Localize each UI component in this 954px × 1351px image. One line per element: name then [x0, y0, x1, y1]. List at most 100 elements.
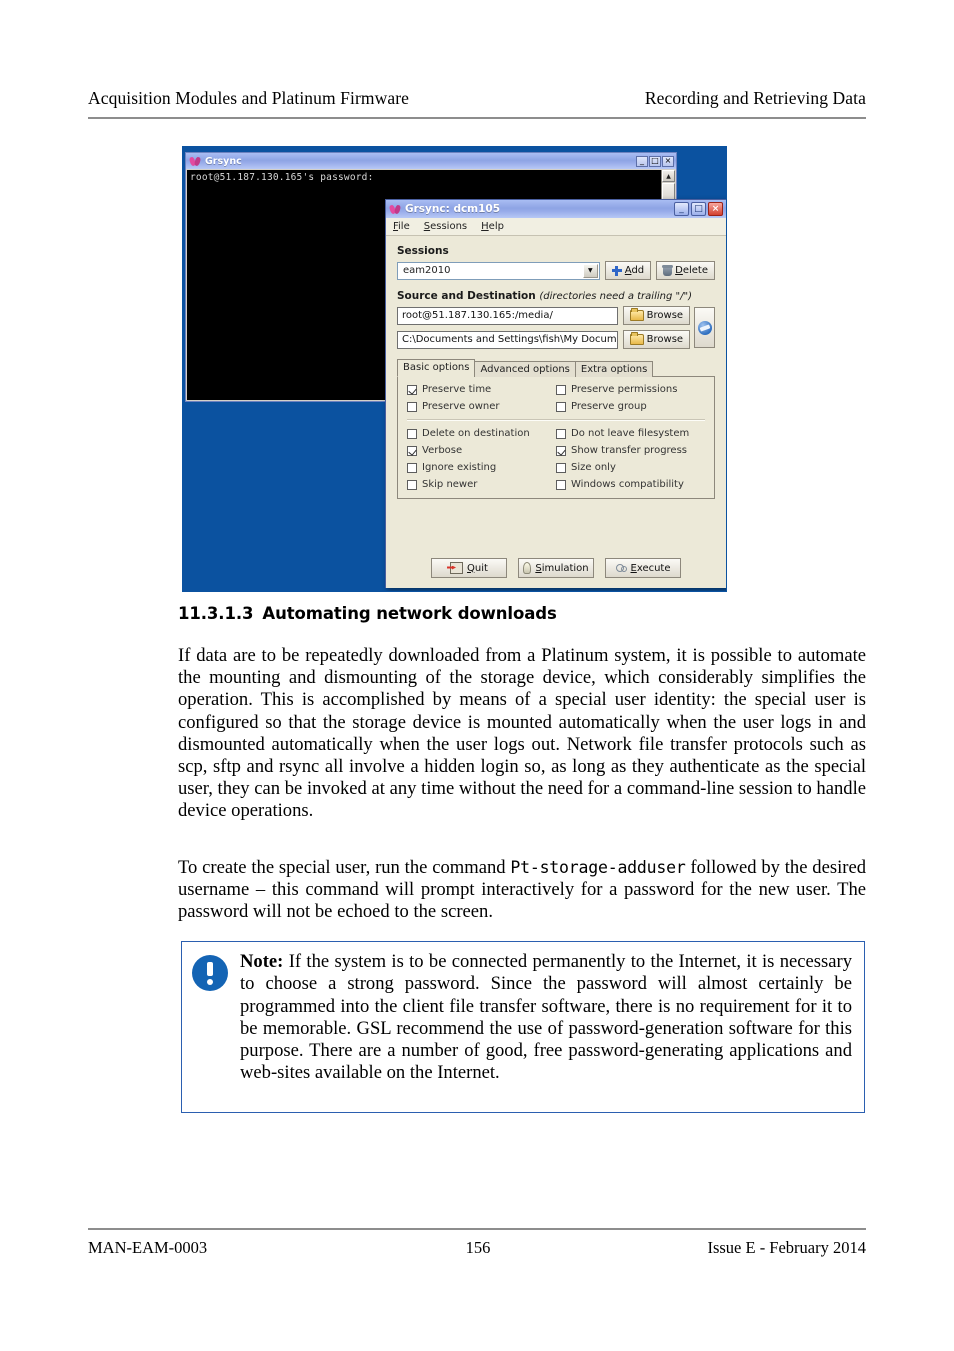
- checkbox-show-transfer-progress[interactable]: Show transfer progress: [556, 445, 705, 456]
- plus-icon: [611, 265, 622, 276]
- paragraph-2-before: To create the special user, run the comm…: [178, 857, 511, 878]
- delete-session-label: Delete: [675, 265, 708, 276]
- checkbox-icon[interactable]: [556, 479, 566, 490]
- checkbox-label: Preserve time: [422, 384, 492, 395]
- grsync-titlebar: Grsync: dcm105 _ □ ×: [386, 200, 726, 218]
- note-label: Note:: [240, 951, 284, 972]
- delete-session-button[interactable]: Delete: [656, 261, 715, 280]
- menu-item-help[interactable]: Help: [481, 221, 504, 232]
- gears-icon: [615, 563, 627, 573]
- add-session-button[interactable]: Add: [604, 261, 652, 280]
- header-rule: [88, 117, 866, 119]
- exit-door-icon: [450, 562, 464, 574]
- session-select[interactable]: eam2010 ▼: [397, 261, 600, 280]
- checkbox-label: Windows compatibility: [571, 479, 684, 490]
- add-session-label: Add: [624, 265, 645, 276]
- tab-basic-options[interactable]: Basic options: [397, 359, 476, 377]
- tab-advanced-options[interactable]: Advanced options: [474, 361, 576, 377]
- checkbox-ignore-existing[interactable]: Ignore existing: [407, 462, 556, 473]
- session-select-value: eam2010: [403, 265, 451, 276]
- command-name: Pt-storage-adduser: [510, 858, 686, 877]
- checkbox-label: Ignore existing: [422, 462, 497, 473]
- section-heading: 11.3.1.3 Automating network downloads: [178, 604, 557, 623]
- header-right-text: Recording and Retrieving Data: [644, 88, 866, 108]
- checkbox-preserve-owner[interactable]: Preserve owner: [407, 401, 556, 412]
- checkbox-label: Size only: [571, 462, 616, 473]
- grsync-body: Sessions eam2010 ▼ Add Delete Source and…: [386, 236, 726, 588]
- checkbox-icon[interactable]: [556, 428, 566, 439]
- close-icon[interactable]: ×: [708, 202, 723, 216]
- checkbox-icon[interactable]: [407, 479, 417, 490]
- checkbox-icon[interactable]: [556, 445, 566, 456]
- close-icon[interactable]: ×: [662, 155, 674, 167]
- options-tabs: Basic options Advanced options Extra opt…: [397, 359, 715, 377]
- document-page: Acquisition Modules and Platinum Firmwar…: [0, 0, 954, 1351]
- paths-area: root@51.187.130.165:/media/ Browse C:\Do…: [397, 306, 715, 349]
- checkbox-label: Preserve permissions: [571, 384, 678, 395]
- checkbox-label: Preserve group: [571, 401, 647, 412]
- transfer-options-grid: Delete on destination Do not leave files…: [407, 428, 705, 490]
- checkbox-windows-compatibility[interactable]: Windows compatibility: [556, 479, 705, 490]
- checkbox-label: Show transfer progress: [571, 445, 688, 456]
- minimize-icon[interactable]: _: [636, 155, 648, 167]
- lightbulb-icon: [523, 562, 532, 574]
- source-input[interactable]: root@51.187.130.165:/media/: [397, 306, 618, 325]
- checkbox-verbose[interactable]: Verbose: [407, 445, 556, 456]
- note-text: Note: If the system is to be connected p…: [236, 951, 852, 1103]
- scroll-up-icon[interactable]: ▲: [662, 170, 675, 182]
- checkbox-preserve-permissions[interactable]: Preserve permissions: [556, 384, 705, 395]
- execute-label: Execute: [630, 562, 671, 574]
- checkbox-preserve-time[interactable]: Preserve time: [407, 384, 556, 395]
- preserve-options-grid: Preserve time Preserve permissions Prese…: [407, 384, 705, 412]
- footer-doc-number: MAN-EAM-0003: [88, 1238, 208, 1257]
- checkbox-icon[interactable]: [407, 428, 417, 439]
- minimize-icon[interactable]: _: [674, 202, 689, 216]
- checkbox-size-only[interactable]: Size only: [556, 462, 705, 473]
- swap-source-destination-button[interactable]: [694, 307, 715, 348]
- checkbox-preserve-group[interactable]: Preserve group: [556, 401, 705, 412]
- quit-button[interactable]: Quit: [431, 558, 507, 578]
- checkbox-icon[interactable]: [407, 384, 417, 395]
- chevron-down-icon[interactable]: ▼: [582, 263, 598, 278]
- section-title: Automating network downloads: [262, 604, 557, 623]
- sessions-group-label: Sessions: [397, 245, 449, 257]
- simulation-button[interactable]: Simulation: [518, 558, 594, 578]
- checkbox-icon[interactable]: [407, 445, 417, 456]
- exclamation-circle-icon: [192, 955, 228, 991]
- checkbox-label: Delete on destination: [422, 428, 530, 439]
- destination-input[interactable]: C:\Documents and Settings\fish\My Docum: [397, 330, 618, 349]
- maximize-icon[interactable]: □: [691, 202, 706, 216]
- checkbox-icon[interactable]: [556, 462, 566, 473]
- figure-grsync-screenshot: Grsync _ □ × root@51.187.130.165's passw…: [182, 146, 727, 592]
- maximize-icon[interactable]: □: [649, 155, 661, 167]
- folder-icon: [629, 332, 644, 345]
- footer-issue: Issue E - February 2014: [707, 1238, 866, 1257]
- note-icon-wrap: [192, 951, 236, 1103]
- source-destination-hint: (directories need a trailing "/"): [539, 291, 692, 302]
- menu-item-file[interactable]: File: [393, 221, 410, 232]
- body-paragraph-2: To create the special user, run the comm…: [178, 857, 866, 924]
- source-destination-title: Source and Destination: [397, 290, 536, 302]
- checkbox-delete-on-destination[interactable]: Delete on destination: [407, 428, 556, 439]
- destination-row: C:\Documents and Settings\fish\My Docum …: [397, 330, 691, 349]
- browse-destination-label: Browse: [646, 334, 684, 345]
- checkbox-do-not-leave-filesystem[interactable]: Do not leave filesystem: [556, 428, 705, 439]
- browse-destination-button[interactable]: Browse: [622, 330, 691, 349]
- checkbox-icon[interactable]: [407, 401, 417, 412]
- sessions-row: eam2010 ▼ Add Delete: [397, 261, 715, 280]
- checkbox-icon[interactable]: [407, 462, 417, 473]
- grsync-app-icon: [190, 156, 201, 167]
- checkbox-label: Preserve owner: [422, 401, 500, 412]
- running-footer: MAN-EAM-0003 156 Issue E - February 2014: [88, 1238, 866, 1258]
- trash-icon: [662, 264, 674, 276]
- execute-button[interactable]: Execute: [605, 558, 681, 578]
- checkbox-label: Skip newer: [422, 479, 478, 490]
- tab-extra-options[interactable]: Extra options: [574, 361, 654, 377]
- menu-item-sessions[interactable]: Sessions: [424, 221, 467, 232]
- checkbox-icon[interactable]: [556, 384, 566, 395]
- checkbox-skip-newer[interactable]: Skip newer: [407, 479, 556, 490]
- browse-source-button[interactable]: Browse: [622, 306, 691, 325]
- checkbox-icon[interactable]: [556, 401, 566, 412]
- grsync-window: Grsync: dcm105 _ □ × File Sessions Help …: [385, 199, 726, 588]
- source-destination-group-label: Source and Destination (directories need…: [397, 290, 715, 302]
